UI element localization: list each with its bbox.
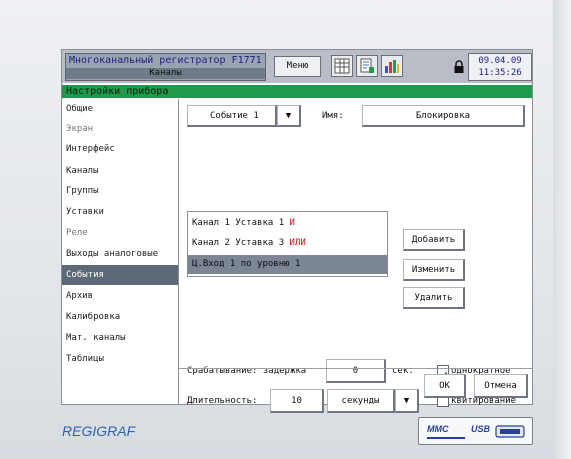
- sidebar-item-interface[interactable]: Интерфейс: [62, 139, 178, 159]
- usb-label: USB: [471, 424, 491, 434]
- chart-icon[interactable]: [381, 55, 403, 77]
- duration-unit-dropdown[interactable]: ▼: [395, 389, 419, 413]
- ok-button[interactable]: ОК: [424, 374, 466, 398]
- list-item[interactable]: Канал 2 Уставка 3 ИЛИ: [188, 234, 387, 253]
- settings-sidebar: Общие Экран Интерфейс Каналы Группы Уста…: [62, 99, 179, 404]
- menu-button[interactable]: Меню: [274, 56, 321, 77]
- time-text: 11:35:26: [478, 68, 522, 78]
- usb-port-icon: [495, 425, 525, 438]
- duration-unit-value: секунды: [341, 396, 380, 406]
- brand-logo: REGIGRAF: [62, 423, 136, 439]
- mmc-slot-icon: [427, 437, 465, 439]
- table-icon[interactable]: [331, 55, 353, 77]
- condition-text: Канал 2 Уставка 3: [192, 238, 285, 248]
- event-select-dropdown[interactable]: ▼: [277, 105, 301, 127]
- conditions-list[interactable]: Канал 1 Уставка 1 И Канал 2 Уставка 3 ИЛ…: [187, 211, 388, 277]
- sidebar-item-tables[interactable]: Таблицы: [62, 349, 178, 369]
- duration-unit-select[interactable]: секунды: [327, 389, 395, 413]
- event-name-value: Блокировка: [415, 111, 471, 121]
- sidebar-item-archive[interactable]: Архив: [62, 286, 178, 306]
- mode-label: Каналы: [149, 68, 182, 78]
- duration-input[interactable]: 10: [270, 389, 324, 413]
- event-select[interactable]: Событие 1: [187, 105, 277, 127]
- events-panel: Событие 1 ▼ Имя: Блокировка Канал 1 Уста…: [179, 99, 532, 413]
- sidebar-item-events[interactable]: События: [62, 265, 178, 285]
- chevron-down-icon: ▼: [403, 396, 410, 406]
- sidebar-item-analog-outputs[interactable]: Выходы аналоговые: [62, 244, 178, 264]
- add-button[interactable]: Добавить: [403, 229, 465, 251]
- sidebar-item-relays[interactable]: Реле: [62, 223, 178, 243]
- edit-button[interactable]: Изменить: [403, 259, 465, 281]
- section-title: Настройки прибора: [66, 86, 169, 97]
- name-label: Имя:: [322, 111, 344, 121]
- device-title: Многоканальный регистратор F1771: [69, 55, 262, 66]
- title-panel[interactable]: Многоканальный регистратор F1771 Каналы: [65, 53, 266, 81]
- sidebar-item-general[interactable]: Общие: [62, 99, 178, 119]
- document-icon[interactable]: [356, 55, 378, 77]
- sidebar-item-setpoints[interactable]: Уставки: [62, 202, 178, 222]
- sidebar-item-channels[interactable]: Каналы: [62, 161, 178, 181]
- device-screen: Многоканальный регистратор F1771 Каналы …: [61, 49, 533, 413]
- condition-text: Ц.Вход 1 по уровню 1: [192, 259, 301, 269]
- condition-operator: И: [289, 218, 295, 228]
- condition-text: Канал 1 Уставка 1: [192, 218, 285, 228]
- condition-operator: ИЛИ: [289, 238, 306, 248]
- device-edge: [553, 0, 571, 459]
- trigger-delay-input[interactable]: 0: [326, 359, 386, 383]
- date-text: 09.04.09: [478, 56, 522, 66]
- port-panel: MMC USB: [418, 417, 533, 445]
- mmc-label: MMC: [427, 424, 449, 434]
- footer-divider: [179, 368, 532, 369]
- delete-button[interactable]: Удалить: [403, 287, 465, 309]
- lock-icon[interactable]: [453, 59, 465, 73]
- chevron-down-icon: ▼: [285, 111, 292, 121]
- duration-label: Длительность:: [187, 396, 258, 406]
- mode-bar: Каналы: [66, 68, 265, 79]
- list-item[interactable]: Канал 1 Уставка 1 И: [188, 214, 387, 233]
- sidebar-item-screen[interactable]: Экран: [62, 119, 178, 139]
- event-name-field[interactable]: Блокировка: [362, 105, 525, 127]
- clock-display: 09.04.09 11:35:26: [468, 53, 532, 81]
- sidebar-item-groups[interactable]: Группы: [62, 181, 178, 201]
- sidebar-item-calibration[interactable]: Калибровка: [62, 307, 178, 327]
- section-header: Настройки прибора: [62, 85, 532, 98]
- list-item-selected[interactable]: Ц.Вход 1 по уровню 1: [188, 255, 387, 274]
- sidebar-item-math-channels[interactable]: Мат. каналы: [62, 328, 178, 348]
- title-bar: Многоканальный регистратор F1771 Каналы …: [62, 50, 532, 83]
- event-select-value: Событие 1: [210, 111, 259, 121]
- cancel-button[interactable]: Отмена: [474, 374, 528, 398]
